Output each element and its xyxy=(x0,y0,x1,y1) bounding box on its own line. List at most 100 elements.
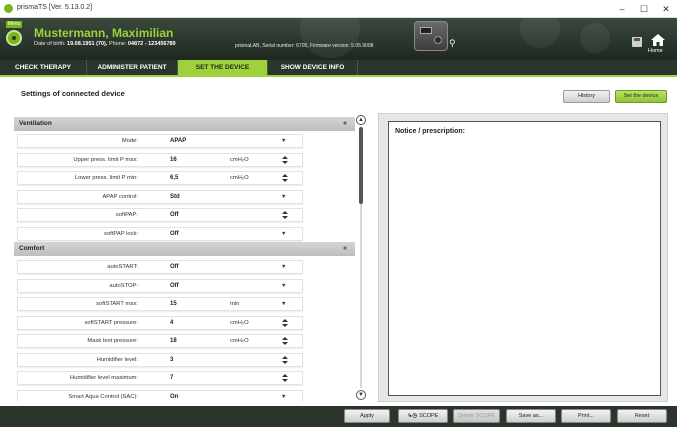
setting-value[interactable]: Std xyxy=(170,191,180,204)
collapse-icon[interactable]: « xyxy=(343,117,347,131)
setting-unit: cmH₂O xyxy=(230,338,249,344)
setting-value[interactable]: Off xyxy=(170,209,179,222)
setting-label: Smart Aqua Control (SAC): xyxy=(68,393,138,400)
menu-button[interactable]: Menu xyxy=(6,21,22,28)
setting-label: APAP control: xyxy=(102,193,138,200)
setting-label: Lower press. limit P min: xyxy=(74,175,138,181)
device-knob xyxy=(434,36,442,44)
setting-row[interactable]: APAP control: Std ▼ xyxy=(17,189,303,204)
phone-label: Phone: xyxy=(108,41,127,47)
setting-value[interactable]: On xyxy=(170,391,178,402)
print-button[interactable]: Print... xyxy=(561,409,611,423)
home-icon[interactable] xyxy=(651,34,665,46)
tab-show-device-info[interactable]: SHOW DEVICE INFO xyxy=(268,60,358,76)
tab-administer-patient[interactable]: ADMINISTER PATIENT xyxy=(87,60,178,76)
setting-value[interactable]: 15 xyxy=(170,298,177,311)
setting-label: Upper press. limit P max: xyxy=(73,156,138,163)
scrollbar-thumb[interactable] xyxy=(359,127,363,204)
delete-scope-button[interactable]: Delete SCOPE xyxy=(453,409,500,423)
scope-label: SCOPE xyxy=(419,413,439,419)
setting-row[interactable]: Lower press. limit P min: 6,5 cmH₂O xyxy=(17,171,303,185)
setting-value[interactable]: Off xyxy=(170,261,179,274)
setting-row[interactable]: softSTART pressure: 4 cmH₂O xyxy=(17,315,303,330)
setting-value[interactable]: 4 xyxy=(170,317,173,330)
setting-label: Humidifier level maximum: xyxy=(70,375,138,381)
notice-textarea[interactable]: Notice / prescription: xyxy=(388,121,661,396)
save-icon[interactable] xyxy=(632,37,642,47)
setting-unit: cmH₂O xyxy=(230,175,249,181)
setting-value[interactable]: 6,5 xyxy=(170,172,178,185)
setting-row[interactable]: Upper press. limit P max: 16 cmH₂O xyxy=(17,152,303,167)
spinner-arrows-icon[interactable] xyxy=(281,155,289,166)
setting-label: autoSTART: xyxy=(107,264,138,270)
setting-unit: cmH₂O xyxy=(230,156,249,163)
scope-button[interactable]: ↳◷ SCOPE xyxy=(398,409,448,423)
device-info: prismaLAB, Serial number: 6705, Firmware… xyxy=(235,43,374,49)
header-decoration xyxy=(580,23,610,53)
spinner-arrows-icon[interactable] xyxy=(281,355,289,366)
setting-row[interactable]: Smart Aqua Control (SAC): On ▼ xyxy=(17,389,303,402)
setting-row[interactable]: softPAP: Off xyxy=(17,208,303,222)
section-ventilation[interactable]: Ventilation « xyxy=(14,117,355,131)
dropdown-arrow-icon[interactable]: ▼ xyxy=(281,135,286,148)
history-button[interactable]: History xyxy=(563,90,610,103)
setting-row[interactable]: softPAP lock: Off ▼ xyxy=(17,226,303,241)
app-icon xyxy=(4,4,13,13)
dob-value: 19.08.1951 (70), xyxy=(67,41,108,47)
tab-set-the-device[interactable]: SET THE DEVICE xyxy=(178,60,268,76)
apply-button[interactable]: Apply xyxy=(344,409,390,423)
setting-row[interactable]: Mode: APAP ▼ xyxy=(17,134,303,148)
dropdown-arrow-icon[interactable]: ▼ xyxy=(281,261,286,274)
home-label[interactable]: Home xyxy=(648,48,663,54)
device-screen xyxy=(420,27,432,34)
tab-bar: CHECK THERAPY ADMINISTER PATIENT SET THE… xyxy=(0,60,677,76)
setting-row[interactable]: softSTART max: 15 min ▼ xyxy=(17,297,303,311)
setting-row[interactable]: autoSTOP: Off ▼ xyxy=(17,278,303,293)
spinner-arrows-icon[interactable] xyxy=(281,210,289,221)
tab-check-therapy[interactable]: CHECK THERAPY xyxy=(0,60,87,76)
setting-value[interactable]: APAP xyxy=(170,135,186,148)
section-comfort[interactable]: Comfort « xyxy=(14,242,355,256)
setting-label: Mask test pressure: xyxy=(87,338,138,344)
setting-row[interactable]: Humidifier level: 3 xyxy=(17,352,303,367)
dropdown-arrow-icon[interactable]: ▼ xyxy=(281,391,286,402)
patient-icon xyxy=(6,30,22,46)
setting-label: Humidifier level: xyxy=(96,356,138,363)
reset-button[interactable]: Reset xyxy=(617,409,667,423)
dropdown-arrow-icon[interactable]: ▼ xyxy=(281,228,286,241)
maximize-button[interactable]: ☐ xyxy=(633,2,655,16)
section-title: Ventilation xyxy=(19,120,52,127)
header-decoration xyxy=(300,18,360,58)
setting-row[interactable]: Humidifier level maximum: 7 xyxy=(17,371,303,385)
device-image xyxy=(414,21,448,51)
header-decoration xyxy=(520,18,560,48)
scroll-up-button[interactable]: ▲ xyxy=(356,115,366,125)
dob-label: Date of birth: xyxy=(34,41,66,47)
save-as-button[interactable]: Save as... xyxy=(506,409,556,423)
scroll-down-button[interactable]: ▼ xyxy=(356,390,366,400)
setting-row[interactable]: Mask test pressure: 18 cmH₂O xyxy=(17,334,303,348)
dropdown-arrow-icon[interactable]: ▼ xyxy=(281,280,286,293)
window-titlebar: prismaTS [Ver. 5.13.0.2] – ☐ ✕ xyxy=(0,0,677,18)
spinner-arrows-icon[interactable] xyxy=(281,173,289,184)
collapse-icon[interactable]: « xyxy=(343,242,347,256)
dropdown-arrow-icon[interactable]: ▼ xyxy=(281,191,286,204)
minimize-button[interactable]: – xyxy=(611,2,633,16)
setting-value[interactable]: 18 xyxy=(170,335,177,348)
scope-icon: ↳◷ xyxy=(407,413,418,419)
setting-row[interactable]: autoSTART: Off ▼ xyxy=(17,260,303,274)
dropdown-arrow-icon[interactable]: ▼ xyxy=(281,298,286,311)
setting-value[interactable]: 3 xyxy=(170,354,173,367)
spinner-arrows-icon[interactable] xyxy=(281,336,289,347)
set-device-button[interactable]: Set the device xyxy=(615,90,667,103)
setting-value[interactable]: Off xyxy=(170,280,179,293)
window-title: prismaTS [Ver. 5.13.0.2] xyxy=(17,4,93,11)
spinner-arrows-icon[interactable] xyxy=(281,318,289,329)
footer-bar: Apply ↳◷ SCOPE Delete SCOPE Save as... Pr… xyxy=(0,406,677,427)
setting-label: softSTART pressure: xyxy=(84,319,138,326)
setting-value[interactable]: Off xyxy=(170,228,179,241)
spinner-arrows-icon[interactable] xyxy=(281,373,289,384)
setting-value[interactable]: 7 xyxy=(170,372,173,385)
close-button[interactable]: ✕ xyxy=(655,2,677,16)
setting-value[interactable]: 16 xyxy=(170,154,177,167)
